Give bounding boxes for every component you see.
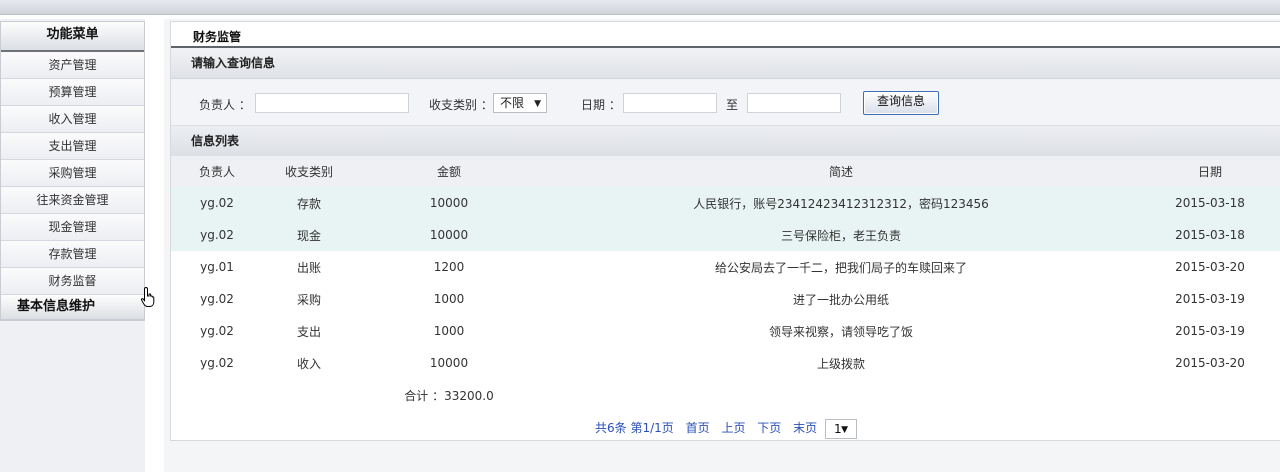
chevron-down-icon: ▼ — [841, 424, 848, 435]
sidebar: 功能菜单 资产管理 预算管理 收入管理 支出管理 采购管理 往来资金管理 现金管… — [0, 19, 145, 472]
cell-description: 人民银行，账号23412423412312312，密码123456 — [543, 187, 1139, 219]
sidebar-item-deposit[interactable]: 存款管理 — [1, 241, 144, 268]
table-row[interactable]: yg.02 支出 1000 领导来视察，请领导吃了饭 2015-03-19 — [171, 315, 1280, 347]
pager-first[interactable]: 首页 — [686, 421, 710, 435]
sidebar-item-assets[interactable]: 资产管理 — [1, 52, 144, 79]
col-date: 日期 — [1139, 156, 1280, 187]
cell-description: 三号保险柜，老王负责 — [543, 219, 1139, 251]
cell-description: 给公安局去了一千二，把我们局子的车赎回来了 — [714, 260, 967, 275]
table-row[interactable]: yg.02 收入 10000 上级拨款 2015-03-20 — [171, 347, 1280, 379]
pager-next[interactable]: 下页 — [757, 421, 781, 435]
table-row[interactable]: yg.02 现金 10000 三号保险柜，老王负责 2015-03-18 — [171, 219, 1280, 251]
col-amount: 金额 — [355, 156, 543, 187]
sidebar-item-cash[interactable]: 现金管理 — [1, 214, 144, 241]
cell-date: 2015-03-20 — [1175, 356, 1245, 370]
list-section-header: 信息列表 — [171, 126, 1280, 156]
function-menu-header[interactable]: 功能菜单 — [1, 21, 144, 52]
owner-input[interactable] — [255, 93, 409, 113]
cell-type: 现金 — [263, 219, 355, 251]
sidebar-item-transfer-funds[interactable]: 往来资金管理 — [1, 187, 144, 214]
cell-date: 2015-03-20 — [1175, 260, 1245, 274]
cell-type: 出账 — [296, 260, 321, 275]
page-title: 财务监管 — [171, 22, 1280, 48]
cell-description: 进了一批办公用纸 — [792, 292, 889, 307]
total-row: 合计 ：33200.0 — [171, 379, 1280, 411]
sidebar-item-budget[interactable]: 预算管理 — [1, 79, 144, 106]
cell-amount: 10000 — [355, 187, 543, 219]
date-label: 日期 ： — [581, 98, 621, 112]
table-row[interactable]: yg.02 存款 10000 人民银行，账号23412423412312312，… — [171, 187, 1280, 219]
cell-amount: 1000 — [433, 292, 465, 306]
cell-type: 存款 — [263, 187, 355, 219]
pagination: 共6条 第1/1页 首页 上页 下页 末页 1 ▼ — [171, 411, 1280, 445]
pager-prev[interactable]: 上页 — [721, 421, 745, 435]
search-button[interactable]: 查询信息 — [863, 91, 939, 115]
cell-owner: yg.01 — [200, 260, 234, 274]
cell-owner: yg.02 — [200, 356, 234, 370]
total-spacer-right — [543, 379, 1280, 411]
cell-owner: yg.02 — [200, 324, 234, 338]
owner-label: 负责人 ： — [199, 98, 251, 112]
cell-amount: 10000 — [355, 219, 543, 251]
cell-date: 2015-03-18 — [1139, 219, 1280, 251]
basic-info-maintenance-header[interactable]: 基本信息维护 — [1, 295, 144, 320]
sidebar-item-purchase[interactable]: 采购管理 — [1, 160, 144, 187]
chevron-down-icon: ▼ — [534, 99, 541, 109]
pager-summary: 共6条 第1/1页 — [595, 421, 674, 435]
cell-amount: 1000 — [433, 324, 465, 338]
cell-type: 支出 — [296, 324, 321, 339]
search-section-header: 请输入查询信息 — [171, 48, 1280, 79]
main-area: 财务监管 请输入查询信息 负责人 ： 收支类别 ： 不限 ▼ 日期 ： 至 查询… — [164, 19, 1280, 472]
sidebar-item-income[interactable]: 收入管理 — [1, 106, 144, 133]
date-to-input[interactable] — [747, 93, 841, 113]
table-header-row: 负责人 收支类别 金额 简述 日期 — [171, 156, 1280, 187]
cell-owner: yg.02 — [171, 187, 263, 219]
hand-pointer-icon — [140, 286, 155, 307]
cell-description: 领导来视察，请领导吃了饭 — [768, 324, 913, 339]
sidebar-item-expense[interactable]: 支出管理 — [1, 133, 144, 160]
col-type: 收支类别 — [263, 156, 355, 187]
cell-date: 2015-03-19 — [1175, 324, 1245, 338]
function-menu: 功能菜单 资产管理 预算管理 收入管理 支出管理 采购管理 往来资金管理 现金管… — [0, 21, 145, 321]
table-row[interactable]: yg.01 出账 1200 给公安局去了一千二，把我们局子的车赎回来了 2015… — [171, 251, 1280, 283]
type-select-value: 不限 — [500, 96, 525, 110]
cell-owner: yg.02 — [171, 219, 263, 251]
total-amount: 合计 ：33200.0 — [404, 388, 494, 403]
cell-date: 2015-03-18 — [1139, 187, 1280, 219]
search-form: 负责人 ： 收支类别 ： 不限 ▼ 日期 ： 至 查询信息 — [171, 79, 1280, 126]
cell-type: 采购 — [296, 292, 321, 307]
cell-date: 2015-03-19 — [1175, 292, 1245, 306]
date-separator: 至 — [726, 98, 739, 112]
cell-owner: yg.02 — [200, 292, 234, 306]
cell-description: 上级拨款 — [816, 356, 865, 371]
type-select[interactable]: 不限 ▼ — [493, 93, 547, 113]
pager-last[interactable]: 末页 — [793, 421, 817, 435]
col-description: 简述 — [543, 156, 1139, 187]
type-label: 收支类别 ： — [429, 98, 493, 112]
info-table: 负责人 收支类别 金额 简述 日期 yg.02 存款 10000 人民银行，账号… — [171, 156, 1280, 411]
page-select[interactable]: 1 ▼ — [824, 418, 857, 439]
cell-amount: 1200 — [433, 260, 465, 274]
cell-type: 收入 — [296, 356, 321, 371]
total-spacer — [171, 379, 355, 411]
cell-amount: 10000 — [429, 356, 469, 370]
sidebar-item-finance-supervision[interactable]: 财务监督 — [1, 268, 144, 295]
browser-top-bar — [0, 0, 1280, 15]
col-owner: 负责人 — [171, 156, 263, 187]
date-from-input[interactable] — [623, 93, 717, 113]
finance-supervision-panel: 财务监管 请输入查询信息 负责人 ： 收支类别 ： 不限 ▼ 日期 ： 至 查询… — [170, 21, 1280, 441]
table-row[interactable]: yg.02 采购 1000 进了一批办公用纸 2015-03-19 — [171, 283, 1280, 315]
